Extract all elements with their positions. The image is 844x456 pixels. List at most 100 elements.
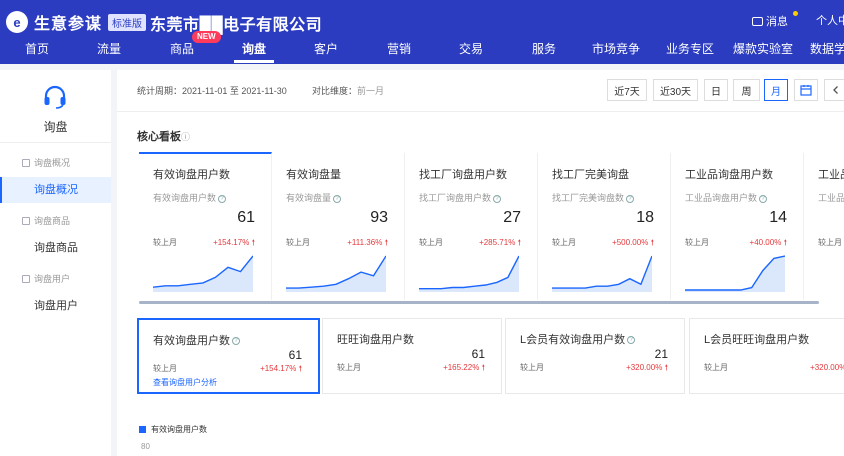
card-change-value: +500.00% [612, 238, 649, 247]
card-title: 找工厂询盘用户数 [419, 169, 507, 181]
card-subtitle-text: 工业品询盘用户数 [685, 193, 758, 203]
up-arrow-icon: 🠕 [384, 238, 388, 247]
card-title: 工业品询盘用户数 [685, 169, 773, 181]
help-icon[interactable]: ? [493, 194, 502, 203]
card-subtitle-text: 找工厂完美询盘数 [552, 193, 625, 203]
card-change-value: +320.00% [626, 363, 663, 372]
range-30d-button[interactable]: 近30天 [653, 79, 698, 101]
company-name: 东莞市██电子有限公司 [150, 17, 323, 34]
sub-metric-card[interactable]: L会员有效询盘用户数? 21 较上月 +320.00% 🠕 [505, 318, 685, 394]
metric-card[interactable]: 找工厂询盘用户数 找工厂询盘用户数? 27 较上月 +285.71% 🠕 [405, 152, 538, 300]
card-change: +154.17% 🠕 [260, 363, 302, 377]
nav-inquiry[interactable]: 询盘 [242, 40, 266, 57]
up-arrow-icon: 🠕 [517, 238, 521, 247]
sidebar-item-inquiry-overview[interactable]: 询盘概况 [0, 177, 111, 203]
help-icon[interactable]: ? [759, 194, 768, 203]
card-change: +320.00% 🠕 [810, 362, 844, 376]
compare-dimension[interactable]: 对比维度：前一月 [312, 84, 384, 97]
nav-data-school[interactable]: 数据学 [810, 40, 844, 57]
top-header: e 生意参谋 标准版 东莞市██电子有限公司 消息 个人中 首页 流量 商品 询… [0, 0, 844, 64]
help-icon[interactable]: ⓘ [181, 132, 190, 142]
prev-period-button[interactable] [824, 79, 844, 101]
metric-card[interactable]: 找工厂完美询盘 找工厂完美询盘数? 18 较上月 +500.00% 🠕 [538, 152, 671, 300]
headset-icon [44, 85, 66, 109]
metric-card[interactable]: 有效询盘用户数 有效询盘用户数? 61 较上月 +154.17% 🠕 [139, 152, 272, 300]
nav-market-competition[interactable]: 市场竞争 [592, 40, 640, 57]
chart-legend[interactable]: 有效询盘用户数 [139, 424, 207, 435]
app-name: 生意参谋 [34, 16, 103, 33]
nav-marketing[interactable]: 营销 [387, 40, 411, 57]
nav-transactions[interactable]: 交易 [459, 40, 483, 57]
card-title-text: L会员有效询盘用户数 [520, 334, 626, 346]
card-title: 工业品 [818, 169, 844, 181]
legend-swatch [139, 426, 146, 433]
card-title-text: 有效询盘用户数 [153, 335, 230, 347]
sidebar-item-inquiry-users[interactable]: 询盘用户 [0, 293, 111, 319]
up-arrow-icon: 🠕 [664, 363, 668, 372]
card-subtitle: 工业品询盘用户数? [685, 191, 768, 204]
sidebar-group-overview: 询盘概况 [22, 156, 70, 169]
range-7d-button[interactable]: 近7天 [607, 79, 647, 101]
card-compare-label: 较上月 [419, 238, 443, 247]
brand[interactable]: e 生意参谋 标准版 [6, 10, 147, 34]
compare-value: 前一月 [357, 86, 385, 96]
logo-icon: e [6, 11, 28, 33]
card-title: 找工厂完美询盘 [552, 169, 629, 181]
sub-metric-card[interactable]: L会员旺旺询盘用户数 2 较上月 +320.00% 🠕 [689, 318, 844, 394]
messages-label: 消息 [766, 16, 788, 28]
nav-traffic[interactable]: 流量 [97, 40, 121, 57]
sparkline-chart [153, 255, 253, 292]
calendar-icon [800, 85, 812, 96]
range-week-button[interactable]: 周 [733, 79, 760, 101]
nav-products[interactable]: 商品 [170, 40, 194, 57]
card-compare-label: 较上月 [520, 363, 544, 372]
card-value: 61 [471, 347, 485, 361]
sub-metric-card[interactable]: 旺旺询盘用户数 61 较上月 +165.22% 🠕 [322, 318, 502, 394]
card-change-value: +285.71% [479, 238, 516, 247]
metric-card[interactable]: 有效询盘量 有效询盘量? 93 较上月 +111.36% 🠕 [272, 152, 405, 300]
card-subtitle-text: 有效询盘量 [286, 193, 332, 203]
compare-label: 对比维度： [312, 86, 358, 96]
card-change-value: +154.17% [213, 238, 250, 247]
new-badge: NEW [192, 31, 221, 43]
nav-hot-lab[interactable]: 爆款实验室 [733, 40, 793, 57]
user-analysis-link[interactable]: 查看询盘用户分析 [153, 377, 217, 388]
user-center-link[interactable]: 个人中 [816, 12, 844, 28]
card-change: +40.00% 🠕 [750, 237, 787, 251]
card-change-value: +165.22% [443, 363, 480, 372]
nav-service[interactable]: 服务 [532, 40, 556, 57]
messages-link[interactable]: 消息 [752, 13, 788, 29]
sub-metric-card[interactable]: 有效询盘用户数? 61 较上月 +154.17% 🠕 查看询盘用户分析 [137, 318, 320, 394]
card-change: +111.36% 🠕 [347, 237, 388, 251]
sidebar-group-label: 询盘用户 [34, 274, 71, 284]
help-icon[interactable]: ? [333, 194, 342, 203]
stat-period: 统计周期：2021-11-01 至 2021-11-30 [137, 86, 287, 96]
sidebar-divider [0, 142, 111, 143]
nav-home[interactable]: 首页 [25, 40, 49, 57]
card-subtitle: 有效询盘用户数? [153, 191, 227, 204]
card-compare-label: 较上月 [153, 364, 177, 373]
y-axis-tick: 80 [141, 442, 150, 451]
nav-customers[interactable]: 客户 [314, 40, 338, 57]
card-compare-label: 较上月 [818, 238, 842, 247]
card-title: 旺旺询盘用户数 [337, 334, 414, 346]
card-subtitle-text: 找工厂询盘用户数 [419, 193, 492, 203]
calendar-button[interactable] [794, 79, 818, 101]
card-compare-label: 较上月 [552, 238, 576, 247]
help-icon[interactable]: ? [218, 194, 227, 203]
card-subtitle: 找工厂完美询盘数? [552, 191, 635, 204]
card-change-value: +40.00% [749, 238, 782, 247]
range-day-button[interactable]: 日 [704, 79, 728, 101]
sidebar-item-inquiry-products[interactable]: 询盘商品 [0, 235, 111, 261]
card-compare-label: 较上月 [286, 238, 310, 247]
metric-card[interactable]: 工业品 工业品 较上月 [804, 152, 844, 300]
cards-scrollbar[interactable] [139, 301, 819, 304]
help-icon[interactable]: ? [627, 336, 636, 345]
help-icon[interactable]: ? [232, 337, 240, 346]
card-title: L会员旺旺询盘用户数 [704, 334, 810, 346]
metric-card[interactable]: 工业品询盘用户数 工业品询盘用户数? 14 较上月 +40.00% 🠕 [671, 152, 804, 300]
nav-business-zone[interactable]: 业务专区 [666, 40, 714, 57]
range-month-button[interactable]: 月 [764, 79, 788, 101]
card-subtitle: 找工厂询盘用户数? [419, 191, 502, 204]
help-icon[interactable]: ? [626, 194, 635, 203]
